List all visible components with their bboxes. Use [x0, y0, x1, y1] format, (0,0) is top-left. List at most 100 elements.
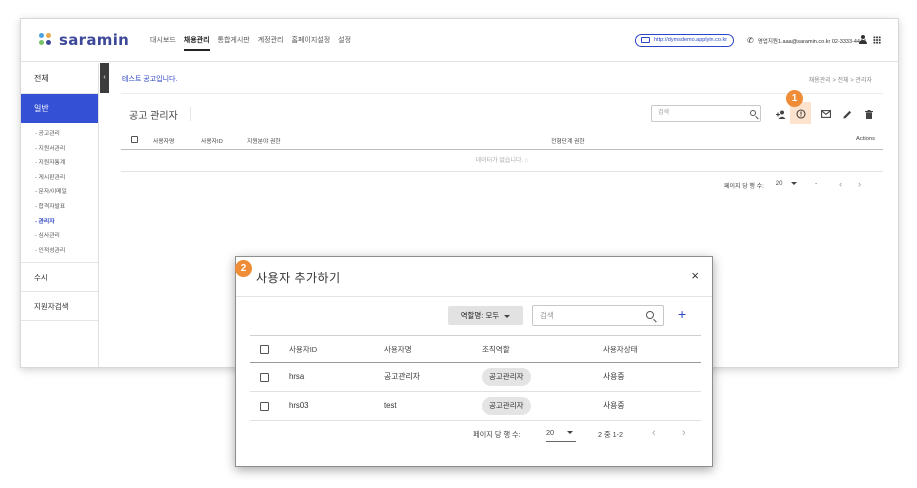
step-badge-1: 1 [786, 90, 803, 107]
sidebar-sub-aptitude[interactable]: - 인적성관리 [35, 244, 98, 259]
user-table-header: 사용자ID 사용자명 조직역할 사용자상태 [250, 335, 701, 363]
rows-per-page-label: 페이지 당 행 수: [473, 430, 521, 439]
empty-text: 데이터가 없습니다. [475, 158, 524, 164]
card-title: 공고 관리자 [129, 107, 191, 122]
col-user-id[interactable]: 사용자ID [289, 336, 317, 364]
table-row[interactable]: hrs03 test 공고관리자 사용중 [250, 392, 701, 421]
user-search-placeholder: 검색 [540, 311, 554, 320]
nav-board[interactable]: 통합게시판 [218, 35, 250, 51]
rows-per-page-value: 20 [546, 428, 554, 437]
apps-grid-icon[interactable] [873, 36, 881, 44]
posting-title: 테스트 공고입니다. [122, 76, 178, 83]
edit-pencil-icon[interactable] [843, 110, 852, 121]
prev-page-icon[interactable]: ‹ [839, 180, 842, 190]
dialog-divider [236, 296, 712, 297]
sidebar-collapse-button[interactable]: ‹ [100, 63, 109, 93]
logo-text: saramin [59, 31, 130, 49]
select-all-checkbox[interactable] [131, 136, 138, 143]
dropdown-caret-icon [567, 431, 573, 434]
monitor-icon [641, 37, 650, 43]
rows-per-page-label: 페이지 당 행 수: [724, 184, 764, 190]
table-pager: 페이지 당 행 수: 20 - ‹ › [724, 180, 861, 191]
sidebar-item-general[interactable]: 일반 [21, 94, 98, 123]
sidebar-sub-applicant-stats[interactable]: - 지원자통계 [35, 156, 98, 171]
dialog-title: 사용자 추가하기 [256, 271, 341, 285]
contact-text: 영업지원1.aaa@saramin.co.kr 02-3333-4444 [757, 38, 867, 45]
row-user-id: hrsa [289, 372, 305, 381]
role-filter-dropdown[interactable]: 역할명: 모두 [448, 306, 523, 325]
col-org-role[interactable]: 조직역할 [482, 336, 510, 364]
nav-account[interactable]: 계정관리 [258, 35, 284, 51]
nav-dashboard[interactable]: 대시보드 [150, 35, 176, 51]
divider [121, 93, 883, 94]
col-actions: Actions [856, 136, 876, 142]
sidebar-sub-board[interactable]: - 게시판관리 [35, 171, 98, 186]
delete-trash-icon[interactable] [865, 110, 873, 121]
prev-page-icon[interactable]: ‹ [652, 427, 656, 439]
user-search-input[interactable]: 검색 [532, 305, 664, 326]
col-stage-permission[interactable]: 전형단계 권한 [551, 136, 585, 145]
phone-icon: ✆ [747, 36, 754, 45]
add-user-dialog: 2 사용자 추가하기 × 역할명: 모두 검색 + 사용자ID 사용자명 조직역… [235, 256, 713, 467]
col-user-id[interactable]: 사용자ID [201, 136, 223, 145]
next-page-icon[interactable]: › [858, 180, 861, 190]
sidebar-item-applicant-search[interactable]: 지원자검색 [21, 292, 98, 322]
select-all-users-checkbox[interactable] [260, 345, 269, 354]
row-status: 사용중 [603, 372, 625, 381]
dropdown-caret-icon [791, 181, 798, 185]
page-range: 2 중 1-2 [598, 430, 623, 439]
user-icon[interactable] [859, 35, 867, 44]
nav-homepage-settings[interactable]: 홈페이지설정 [292, 35, 331, 51]
add-person-icon[interactable] [776, 110, 786, 121]
col-field-permission[interactable]: 지원분야 권한 [247, 136, 281, 145]
nav-recruit-management[interactable]: 채용관리 [183, 35, 210, 51]
saramin-logo[interactable]: saramin [39, 31, 129, 49]
step-badge-2: 2 [235, 260, 252, 277]
search-icon[interactable] [646, 311, 654, 319]
rows-per-page-select[interactable]: 20 [546, 428, 576, 442]
nav-settings[interactable]: 설정 [338, 35, 351, 51]
sidebar-sub-job-posting[interactable]: - 공고관리 [35, 127, 98, 142]
mail-icon[interactable] [821, 110, 831, 120]
close-icon[interactable]: × [691, 268, 699, 283]
sidebar-item-rolling[interactable]: 수시 [21, 263, 98, 293]
sidebar: 전체 일반 - 공고관리 - 지원서관리 - 지원자통계 - 게시판관리 - 문… [21, 63, 99, 367]
chevron-down-icon [504, 314, 511, 318]
row-status: 사용중 [603, 401, 625, 410]
breadcrumb: 채용관리 > 전체 > 관리자 [808, 78, 872, 84]
table-row[interactable]: hrsa 공고관리자 공고관리자 사용중 [250, 363, 701, 392]
role-filter-label: 역할명: 모두 [460, 311, 500, 320]
search-icon[interactable] [750, 110, 756, 116]
top-header: saramin 대시보드 채용관리 통합게시판 계정관리 홈페이지설정 설정 h… [21, 19, 898, 62]
row-user-id: hrs03 [289, 401, 309, 410]
col-user-name[interactable]: 사용자명 [384, 336, 412, 364]
add-icon[interactable]: + [678, 306, 686, 322]
site-url-text: http://dymsdemo.applyin.co.kr [654, 37, 728, 43]
sidebar-sub-manager[interactable]: - 관리자 [35, 215, 98, 230]
col-user-status[interactable]: 사용자상태 [603, 336, 638, 364]
row-checkbox[interactable] [260, 373, 269, 382]
contact-info: ✆ 영업지원1.aaa@saramin.co.kr 02-3333-4444 [747, 36, 866, 45]
next-page-icon[interactable]: › [682, 427, 686, 439]
rows-per-page-select[interactable]: 20 [776, 181, 798, 190]
sidebar-sub-pass-announcement[interactable]: - 합격자발표 [35, 200, 98, 215]
loading-icon: ◌ [524, 158, 529, 164]
sidebar-item-all[interactable]: 전체 [21, 63, 98, 94]
sidebar-sub-review[interactable]: - 심사관리 [35, 229, 98, 244]
empty-row: 데이터가 없습니다. ◌ [121, 150, 883, 172]
row-user-name: 공고관리자 [384, 372, 420, 381]
manager-table-header: 사용자명 사용자ID 지원분야 권한 전형단계 권한 Actions [121, 130, 883, 150]
search-placeholder: 검색 [658, 110, 670, 116]
manager-search-input[interactable]: 검색 [651, 105, 761, 122]
row-user-name: test [384, 401, 397, 410]
sidebar-sub-applications[interactable]: - 지원서관리 [35, 142, 98, 157]
col-user-name[interactable]: 사용자명 [153, 136, 174, 145]
info-circle-icon[interactable] [796, 109, 806, 121]
sidebar-sub-sms-email[interactable]: - 문자/이메일 [35, 185, 98, 200]
sidebar-submenu: - 공고관리 - 지원서관리 - 지원자통계 - 게시판관리 - 문자/이메일 … [21, 123, 98, 264]
role-chip: 공고관리자 [482, 368, 531, 386]
site-url-button[interactable]: http://dymsdemo.applyin.co.kr [635, 34, 735, 47]
page-range: - [815, 181, 818, 187]
row-checkbox[interactable] [260, 402, 269, 411]
main-nav: 대시보드 채용관리 통합게시판 계정관리 홈페이지설정 설정 [150, 35, 351, 51]
